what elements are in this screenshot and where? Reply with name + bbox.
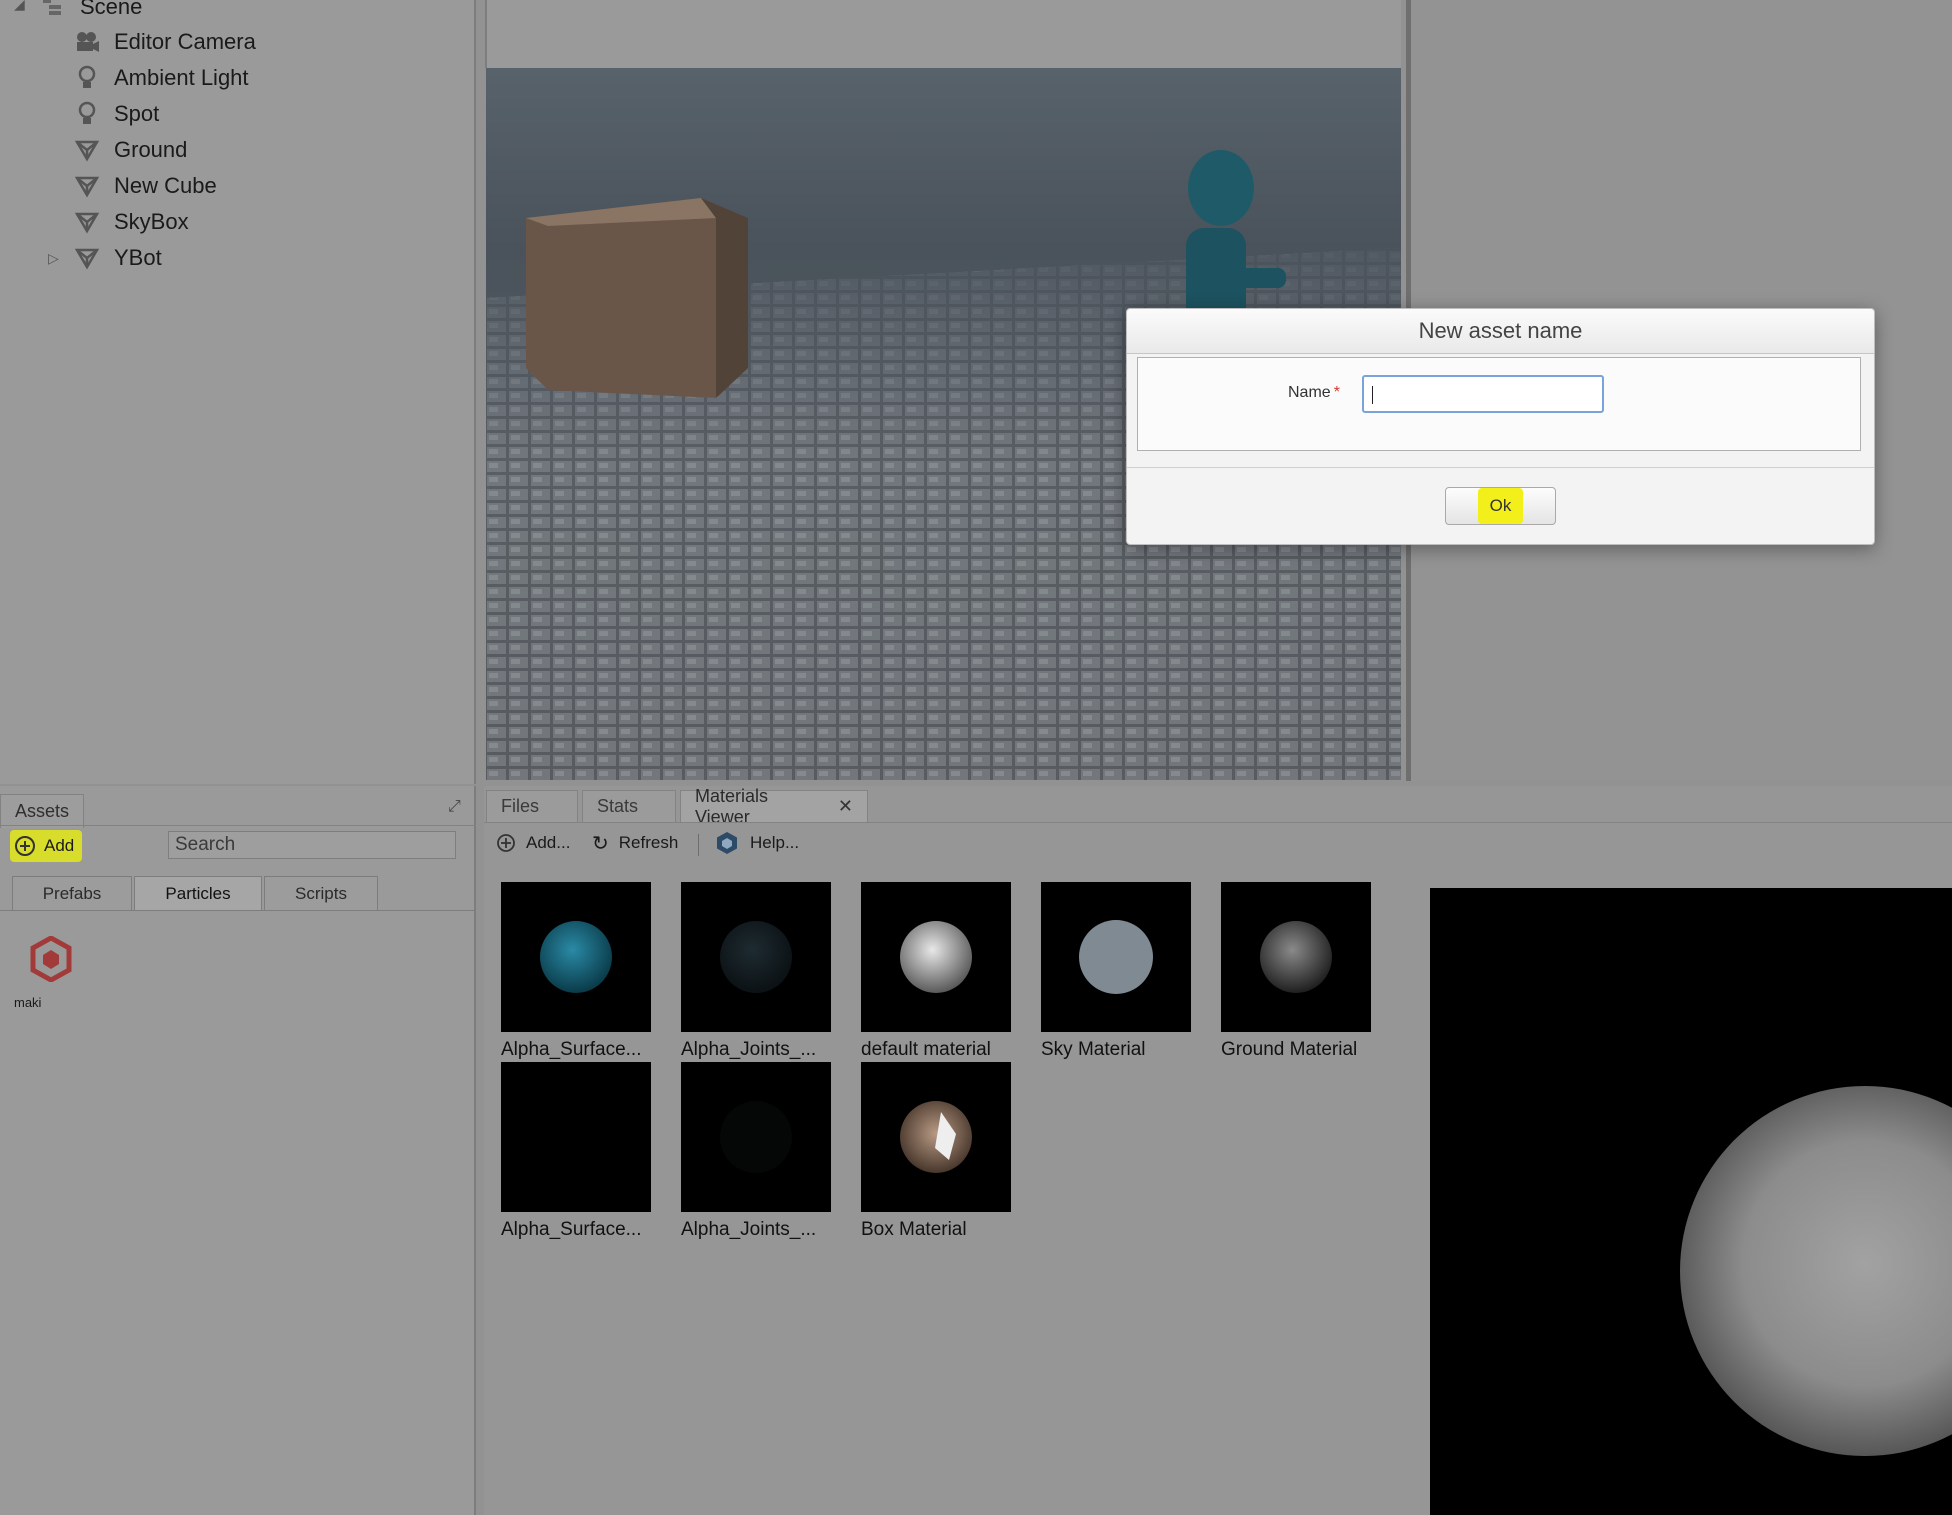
material-label: Ground Material: [1221, 1039, 1358, 1060]
maximize-icon[interactable]: ⤢: [448, 798, 461, 816]
mesh-icon: [74, 173, 100, 199]
material-preview: [900, 1101, 972, 1173]
name-label: Name *: [1288, 384, 1340, 402]
material-label: default material: [861, 1039, 991, 1060]
material-preview-canvas[interactable]: [1430, 888, 1952, 1515]
particle-system-icon: [30, 935, 72, 987]
material-thumb[interactable]: [1221, 882, 1371, 1032]
asset-item-label: maki: [14, 995, 42, 1010]
assets-panel: Assets ⤢ Add Search Prefabs Particles Sc…: [0, 786, 476, 1515]
tree-item-label: SkyBox: [114, 209, 189, 234]
material-preview: [720, 1101, 792, 1173]
new-asset-dialog: New asset name Name * Ok: [1126, 308, 1875, 545]
name-input[interactable]: [1362, 375, 1604, 413]
material-preview: [1079, 920, 1153, 994]
tree-item-ybot[interactable]: YBot: [74, 240, 162, 276]
preview-sphere: [1680, 1086, 1952, 1456]
dialog-title: New asset name: [1127, 309, 1874, 354]
search-input[interactable]: Search: [168, 831, 456, 859]
mesh-icon: [74, 245, 100, 271]
material-preview: [540, 921, 612, 993]
light-bulb-icon: [74, 65, 100, 91]
camera-icon: [74, 29, 100, 55]
tree-item-skybox[interactable]: SkyBox: [74, 204, 189, 240]
light-bulb-icon: [74, 101, 100, 127]
add-material-button[interactable]: Add...: [496, 828, 570, 858]
mesh-icon: [74, 137, 100, 163]
close-icon[interactable]: ✕: [838, 796, 853, 817]
material-thumb[interactable]: [681, 882, 831, 1032]
material-label: Alpha_Joints_...: [681, 1039, 817, 1060]
assets-tab[interactable]: Assets: [0, 794, 85, 828]
ok-button[interactable]: Ok: [1445, 487, 1556, 525]
babylon-logo-icon: [716, 831, 738, 855]
divider: [0, 910, 476, 911]
tree-item-label: Spot: [114, 101, 160, 126]
plus-circle-icon: [496, 833, 516, 853]
add-asset-button[interactable]: Add: [10, 830, 83, 862]
material-thumb[interactable]: [501, 882, 651, 1032]
material-label: Alpha_Surface...: [501, 1219, 642, 1240]
tree-item-editor-camera[interactable]: Editor Camera: [74, 24, 256, 60]
tab-stats[interactable]: Stats: [582, 790, 676, 822]
collapse-caret-icon[interactable]: ◢: [14, 0, 25, 13]
tree-item-ground[interactable]: Ground: [74, 132, 187, 168]
divider: [1127, 467, 1874, 468]
tree-item-scene[interactable]: Scene: [40, 0, 142, 25]
tab-files[interactable]: Files: [486, 790, 578, 822]
material-thumb[interactable]: [861, 1062, 1011, 1212]
material-preview: [1260, 921, 1332, 993]
tree-item-new-cube[interactable]: New Cube: [74, 168, 217, 204]
material-thumb[interactable]: [861, 882, 1011, 1032]
add-material-label: Add...: [526, 833, 571, 852]
tab-prefabs[interactable]: Prefabs: [12, 876, 132, 910]
material-preview: [720, 921, 792, 993]
mesh-icon: [74, 209, 100, 235]
plus-circle-icon: [14, 835, 36, 857]
tree-item-label: Ground: [114, 137, 188, 162]
material-label: Alpha_Joints_...: [681, 1219, 817, 1240]
scene-icon: [40, 0, 66, 20]
viewport-toolbar: [485, 0, 1401, 68]
help-label: Help...: [750, 833, 800, 852]
tree-item-label: Editor Camera: [114, 29, 256, 54]
tree-item-label: YBot: [114, 245, 162, 270]
refresh-button[interactable]: ↻ Refresh: [592, 828, 678, 858]
tree-item-label: New Cube: [114, 173, 217, 198]
material-preview: [900, 921, 972, 993]
divider: [484, 822, 1952, 823]
expand-caret-icon[interactable]: ▷: [48, 250, 59, 267]
asset-item[interactable]: maki: [14, 935, 72, 1010]
refresh-icon: ↻: [592, 832, 609, 855]
scene-tree-panel: ◢ Scene Editor Camera Ambient Light Spot…: [0, 0, 476, 784]
name-label-text: Name: [1288, 384, 1331, 401]
toolbar-separator: [698, 834, 699, 856]
tree-item-ambient-light[interactable]: Ambient Light: [74, 60, 249, 96]
refresh-label: Refresh: [618, 833, 679, 852]
tab-materials-viewer[interactable]: Materials Viewer ✕: [680, 786, 868, 827]
material-thumb[interactable]: [501, 1062, 651, 1212]
material-label: Alpha_Surface...: [501, 1039, 642, 1060]
material-label: Sky Material: [1041, 1039, 1146, 1060]
material-label: Box Material: [861, 1219, 967, 1240]
tree-item-label: Ambient Light: [114, 65, 249, 90]
dialog-body: Name *: [1137, 357, 1861, 451]
tab-scripts[interactable]: Scripts: [264, 876, 378, 910]
tree-item-spot[interactable]: Spot: [74, 96, 159, 132]
divider: [0, 825, 476, 826]
ok-label: Ok: [1477, 488, 1524, 524]
material-thumb[interactable]: [681, 1062, 831, 1212]
add-label: Add: [44, 836, 75, 855]
tab-particles[interactable]: Particles: [134, 876, 262, 910]
text-cursor: [1372, 386, 1373, 404]
help-button[interactable]: Help...: [716, 828, 799, 858]
required-marker: *: [1333, 384, 1340, 401]
material-thumb[interactable]: [1041, 882, 1191, 1032]
tree-item-label: Scene: [80, 0, 143, 19]
